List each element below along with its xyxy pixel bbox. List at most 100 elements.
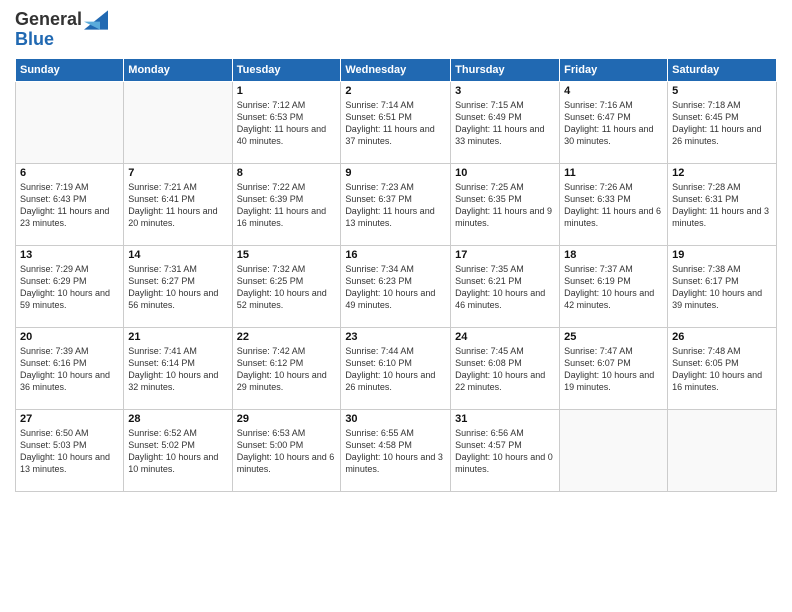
calendar-cell: 16 Sunrise: 7:34 AM Sunset: 6:23 PM Dayli… — [341, 246, 451, 328]
day-info: Sunrise: 7:32 AM Sunset: 6:25 PM Dayligh… — [237, 263, 337, 312]
calendar-cell: 26 Sunrise: 7:48 AM Sunset: 6:05 PM Dayli… — [668, 328, 777, 410]
calendar-day-header: Wednesday — [341, 59, 451, 82]
day-number: 3 — [455, 85, 555, 97]
day-number: 30 — [345, 413, 446, 425]
day-info: Sunrise: 7:21 AM Sunset: 6:41 PM Dayligh… — [128, 181, 227, 230]
calendar-cell — [668, 410, 777, 492]
calendar-cell: 1Sunrise: 7:12 AM Sunset: 6:53 PM Daylig… — [232, 82, 341, 164]
day-info: Sunrise: 7:12 AM Sunset: 6:53 PM Dayligh… — [237, 99, 337, 148]
calendar-cell: 14Sunrise: 7:31 AM Sunset: 6:27 PM Dayli… — [124, 246, 232, 328]
calendar-cell: 20Sunrise: 7:39 AM Sunset: 6:16 PM Dayli… — [16, 328, 124, 410]
day-number: 24 — [455, 331, 555, 343]
calendar-header-row: SundayMondayTuesdayWednesdayThursdayFrid… — [16, 59, 777, 82]
day-info: Sunrise: 7:26 AM Sunset: 6:33 PM Dayligh… — [564, 181, 663, 230]
day-info: Sunrise: 7:22 AM Sunset: 6:39 PM Dayligh… — [237, 181, 337, 230]
calendar-cell: 10Sunrise: 7:25 AM Sunset: 6:35 PM Dayli… — [451, 164, 560, 246]
day-number: 26 — [672, 331, 772, 343]
calendar-day-header: Thursday — [451, 59, 560, 82]
day-number: 13 — [20, 249, 119, 261]
day-number: 14 — [128, 249, 227, 261]
logo-text: General Blue — [15, 10, 108, 50]
calendar-cell: 8 Sunrise: 7:22 AM Sunset: 6:39 PM Daylig… — [232, 164, 341, 246]
day-number: 29 — [237, 413, 337, 425]
calendar-cell: 5 Sunrise: 7:18 AM Sunset: 6:45 PM Daylig… — [668, 82, 777, 164]
calendar-cell: 6 Sunrise: 7:19 AM Sunset: 6:43 PM Daylig… — [16, 164, 124, 246]
calendar-cell: 12Sunrise: 7:28 AM Sunset: 6:31 PM Dayli… — [668, 164, 777, 246]
day-info: Sunrise: 7:23 AM Sunset: 6:37 PM Dayligh… — [345, 181, 446, 230]
calendar-cell: 31Sunrise: 6:56 AM Sunset: 4:57 PM Dayli… — [451, 410, 560, 492]
calendar-day-header: Saturday — [668, 59, 777, 82]
calendar-cell: 19Sunrise: 7:38 AM Sunset: 6:17 PM Dayli… — [668, 246, 777, 328]
day-number: 7 — [128, 167, 227, 179]
day-info: Sunrise: 7:29 AM Sunset: 6:29 PM Dayligh… — [20, 263, 119, 312]
logo-blue: Blue — [15, 29, 54, 49]
calendar-week-row: 6 Sunrise: 7:19 AM Sunset: 6:43 PM Daylig… — [16, 164, 777, 246]
day-number: 17 — [455, 249, 555, 261]
day-info: Sunrise: 7:42 AM Sunset: 6:12 PM Dayligh… — [237, 345, 337, 394]
day-info: Sunrise: 6:50 AM Sunset: 5:03 PM Dayligh… — [20, 427, 119, 476]
calendar-cell: 28Sunrise: 6:52 AM Sunset: 5:02 PM Dayli… — [124, 410, 232, 492]
day-info: Sunrise: 6:56 AM Sunset: 4:57 PM Dayligh… — [455, 427, 555, 476]
calendar-day-header: Sunday — [16, 59, 124, 82]
calendar-cell: 23 Sunrise: 7:44 AM Sunset: 6:10 PM Dayli… — [341, 328, 451, 410]
calendar-cell — [16, 82, 124, 164]
day-info: Sunrise: 6:55 AM Sunset: 4:58 PM Dayligh… — [345, 427, 446, 476]
calendar-day-header: Tuesday — [232, 59, 341, 82]
day-info: Sunrise: 7:47 AM Sunset: 6:07 PM Dayligh… — [564, 345, 663, 394]
day-number: 21 — [128, 331, 227, 343]
day-number: 12 — [672, 167, 772, 179]
calendar-week-row: 13 Sunrise: 7:29 AM Sunset: 6:29 PM Dayli… — [16, 246, 777, 328]
calendar-cell: 9 Sunrise: 7:23 AM Sunset: 6:37 PM Daylig… — [341, 164, 451, 246]
day-number: 8 — [237, 167, 337, 179]
day-number: 19 — [672, 249, 772, 261]
day-info: Sunrise: 7:35 AM Sunset: 6:21 PM Dayligh… — [455, 263, 555, 312]
calendar-cell: 7 Sunrise: 7:21 AM Sunset: 6:41 PM Daylig… — [124, 164, 232, 246]
calendar-day-header: Monday — [124, 59, 232, 82]
day-info: Sunrise: 7:34 AM Sunset: 6:23 PM Dayligh… — [345, 263, 446, 312]
calendar-week-row: 20Sunrise: 7:39 AM Sunset: 6:16 PM Dayli… — [16, 328, 777, 410]
calendar-cell: 25Sunrise: 7:47 AM Sunset: 6:07 PM Dayli… — [560, 328, 668, 410]
day-number: 23 — [345, 331, 446, 343]
calendar-cell — [124, 82, 232, 164]
calendar-cell: 27 Sunrise: 6:50 AM Sunset: 5:03 PM Dayli… — [16, 410, 124, 492]
calendar-week-row: 27 Sunrise: 6:50 AM Sunset: 5:03 PM Dayli… — [16, 410, 777, 492]
day-info: Sunrise: 7:41 AM Sunset: 6:14 PM Dayligh… — [128, 345, 227, 394]
logo-general: General — [15, 9, 82, 29]
calendar-cell: 13 Sunrise: 7:29 AM Sunset: 6:29 PM Dayli… — [16, 246, 124, 328]
day-number: 27 — [20, 413, 119, 425]
day-info: Sunrise: 7:48 AM Sunset: 6:05 PM Dayligh… — [672, 345, 772, 394]
day-number: 16 — [345, 249, 446, 261]
day-info: Sunrise: 7:45 AM Sunset: 6:08 PM Dayligh… — [455, 345, 555, 394]
day-info: Sunrise: 7:19 AM Sunset: 6:43 PM Dayligh… — [20, 181, 119, 230]
day-number: 4 — [564, 85, 663, 97]
page-header: General Blue — [15, 10, 777, 50]
calendar-day-header: Friday — [560, 59, 668, 82]
day-info: Sunrise: 7:14 AM Sunset: 6:51 PM Dayligh… — [345, 99, 446, 148]
day-info: Sunrise: 7:25 AM Sunset: 6:35 PM Dayligh… — [455, 181, 555, 230]
day-info: Sunrise: 7:44 AM Sunset: 6:10 PM Dayligh… — [345, 345, 446, 394]
calendar-week-row: 1Sunrise: 7:12 AM Sunset: 6:53 PM Daylig… — [16, 82, 777, 164]
day-number: 6 — [20, 167, 119, 179]
day-info: Sunrise: 6:52 AM Sunset: 5:02 PM Dayligh… — [128, 427, 227, 476]
day-info: Sunrise: 7:16 AM Sunset: 6:47 PM Dayligh… — [564, 99, 663, 148]
calendar-cell: 29 Sunrise: 6:53 AM Sunset: 5:00 PM Dayli… — [232, 410, 341, 492]
calendar-cell: 15Sunrise: 7:32 AM Sunset: 6:25 PM Dayli… — [232, 246, 341, 328]
calendar-table: SundayMondayTuesdayWednesdayThursdayFrid… — [15, 58, 777, 492]
day-number: 5 — [672, 85, 772, 97]
calendar-cell: 21 Sunrise: 7:41 AM Sunset: 6:14 PM Dayli… — [124, 328, 232, 410]
day-number: 9 — [345, 167, 446, 179]
day-number: 18 — [564, 249, 663, 261]
calendar-cell: 11Sunrise: 7:26 AM Sunset: 6:33 PM Dayli… — [560, 164, 668, 246]
calendar-cell: 4 Sunrise: 7:16 AM Sunset: 6:47 PM Daylig… — [560, 82, 668, 164]
logo: General Blue — [15, 10, 108, 50]
day-number: 22 — [237, 331, 337, 343]
day-info: Sunrise: 7:39 AM Sunset: 6:16 PM Dayligh… — [20, 345, 119, 394]
day-info: Sunrise: 6:53 AM Sunset: 5:00 PM Dayligh… — [237, 427, 337, 476]
day-info: Sunrise: 7:37 AM Sunset: 6:19 PM Dayligh… — [564, 263, 663, 312]
day-info: Sunrise: 7:18 AM Sunset: 6:45 PM Dayligh… — [672, 99, 772, 148]
calendar-cell: 30 Sunrise: 6:55 AM Sunset: 4:58 PM Dayli… — [341, 410, 451, 492]
calendar-cell: 2Sunrise: 7:14 AM Sunset: 6:51 PM Daylig… — [341, 82, 451, 164]
day-info: Sunrise: 7:15 AM Sunset: 6:49 PM Dayligh… — [455, 99, 555, 148]
calendar-cell: 22 Sunrise: 7:42 AM Sunset: 6:12 PM Dayli… — [232, 328, 341, 410]
calendar-cell: 24 Sunrise: 7:45 AM Sunset: 6:08 PM Dayli… — [451, 328, 560, 410]
